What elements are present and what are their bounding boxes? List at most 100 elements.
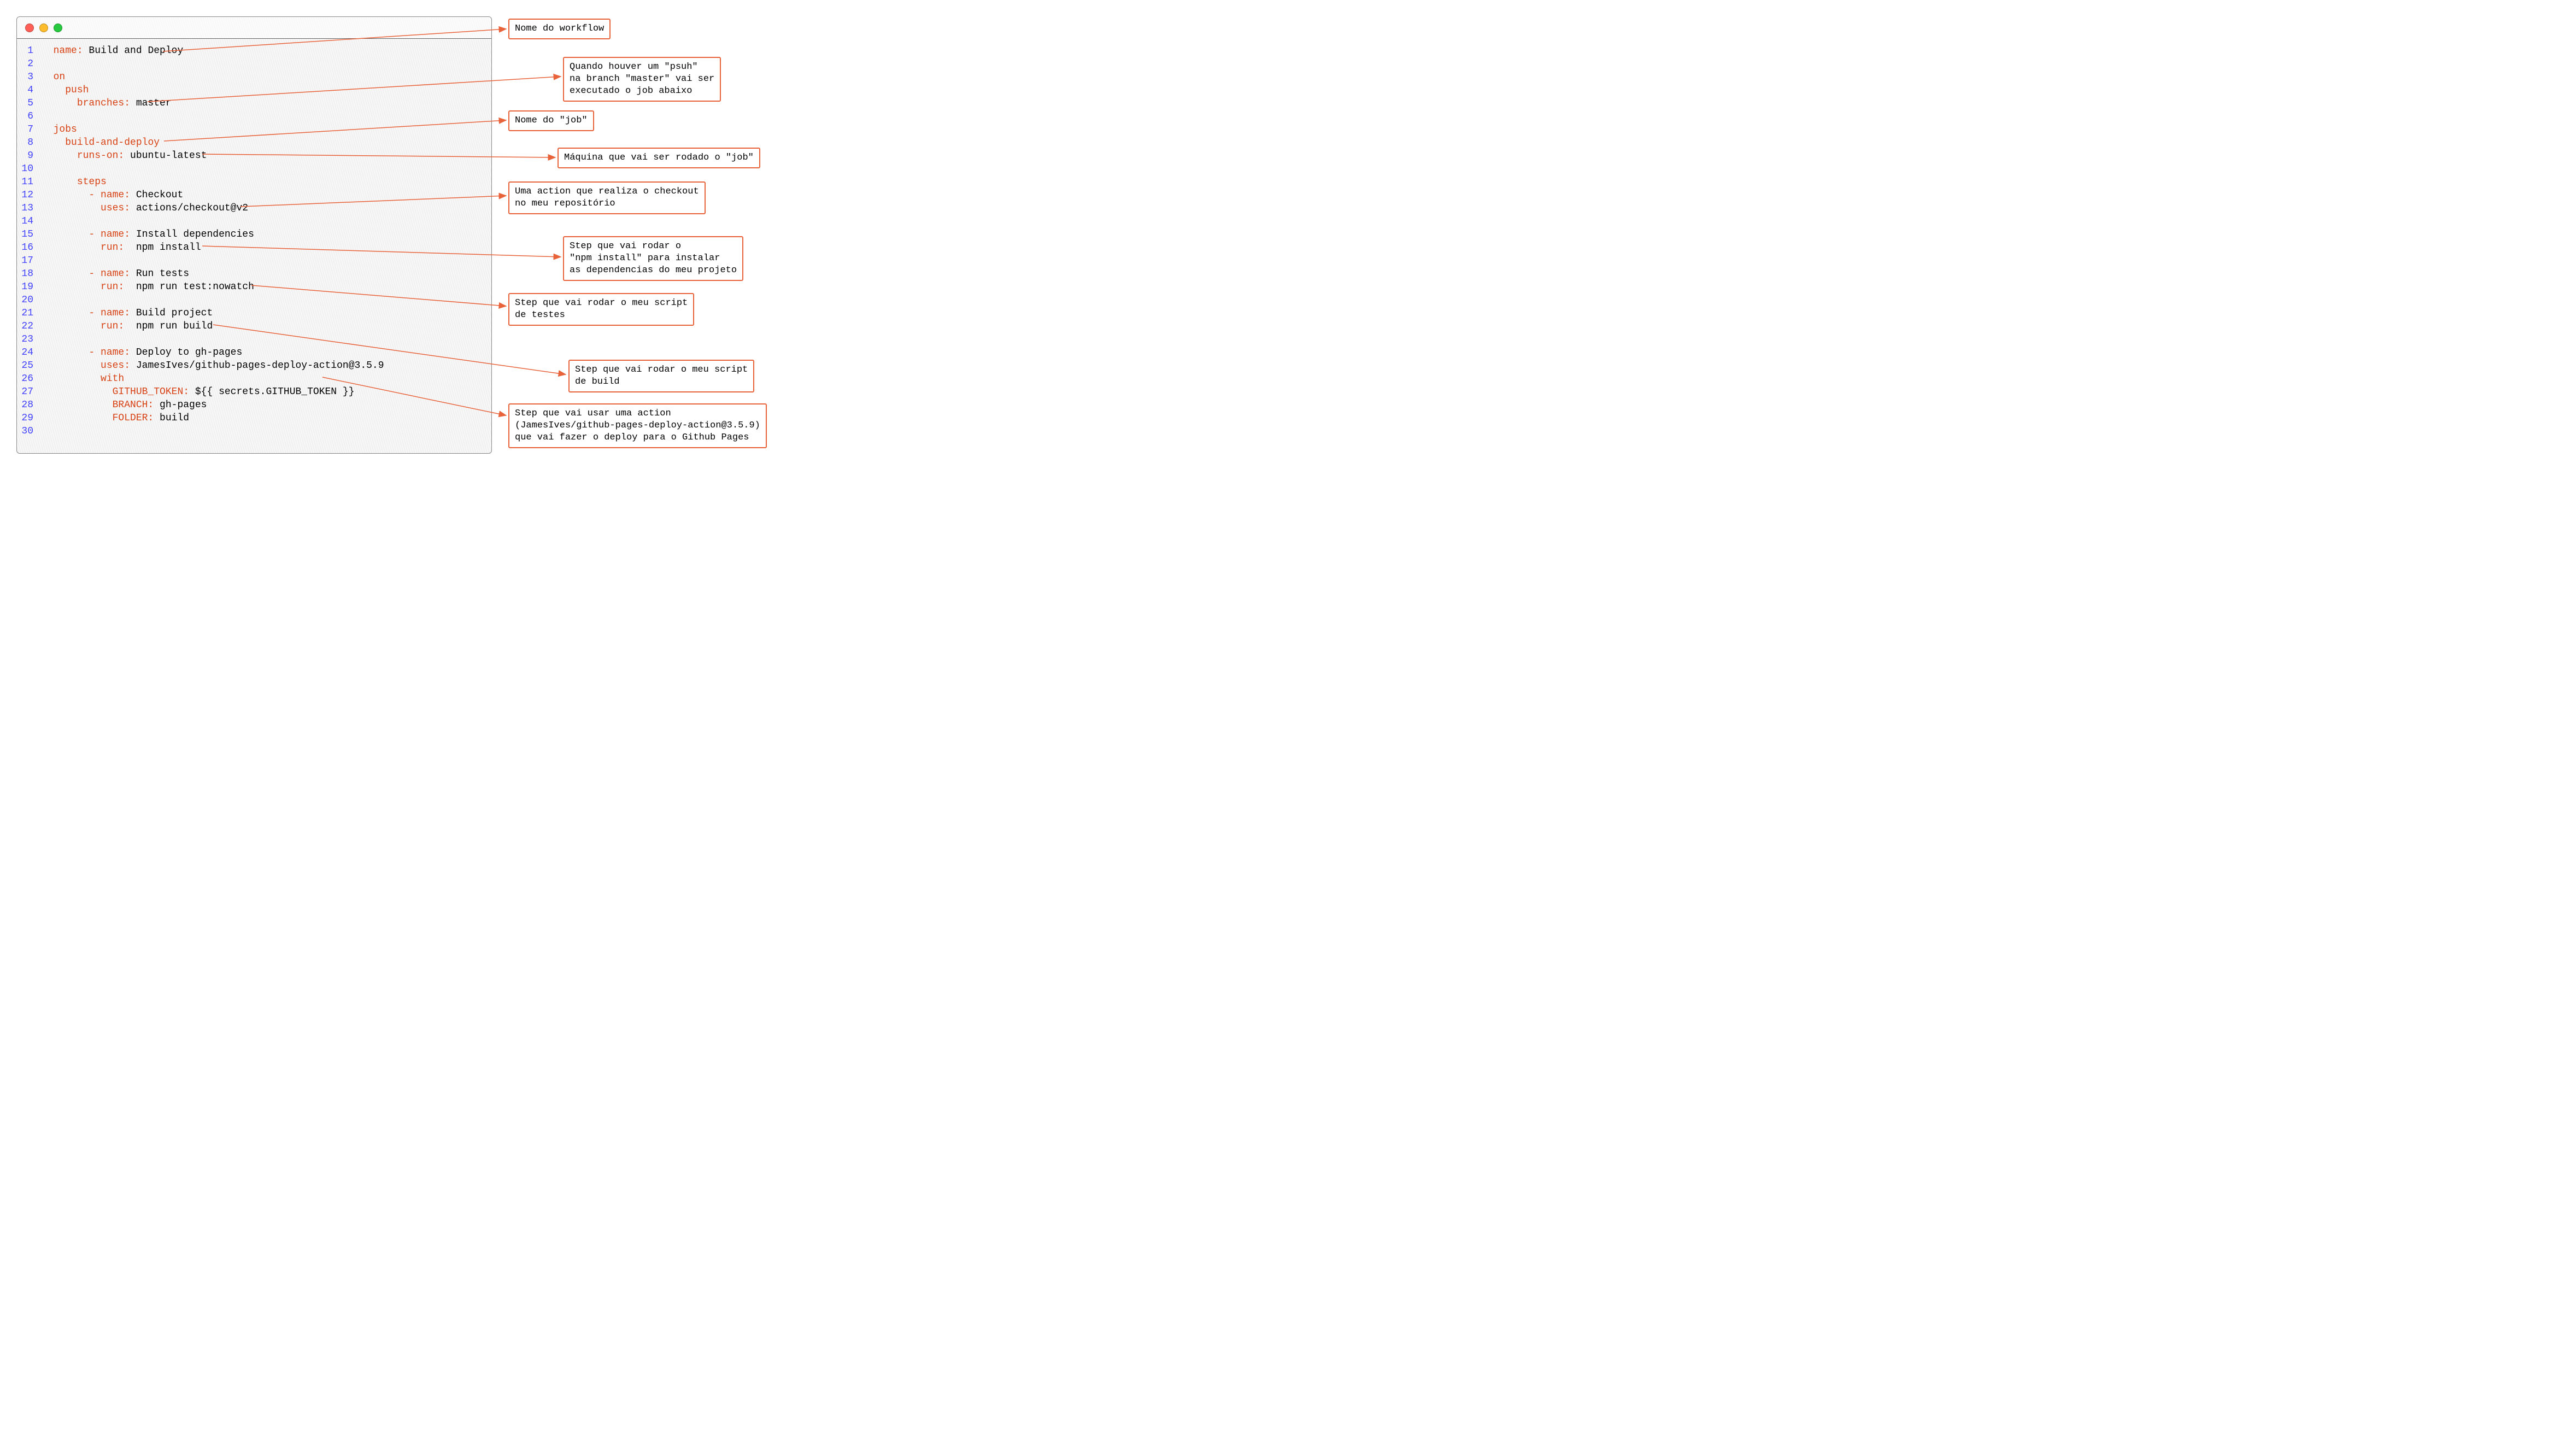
line-number: 18 [17, 267, 42, 280]
code-line: 9 runs-on: ubuntu-latest [17, 149, 491, 162]
yaml-key: FOLDER: [113, 412, 154, 425]
yaml-key: jobs [54, 123, 77, 136]
line-number: 24 [17, 346, 42, 359]
yaml-key: runs-on: [77, 149, 124, 162]
line-number: 20 [17, 294, 42, 307]
yaml-value: JamesIves/github-pages-deploy-action@3.5… [130, 359, 384, 372]
yaml-value: npm run test:nowatch [124, 280, 254, 294]
indent [42, 175, 77, 189]
code-window: 1 name: Build and Deploy23 on4 push5 bra… [16, 16, 492, 454]
yaml-value: Run tests [130, 267, 189, 280]
line-number: 1 [17, 44, 42, 57]
window-titlebar [17, 17, 491, 39]
line-number: 11 [17, 175, 42, 189]
indent [42, 123, 54, 136]
indent [42, 346, 89, 359]
annotation-build: Step que vai rodar o meu script de build [568, 360, 754, 392]
annotation-workflow-name: Nome do workflow [508, 19, 611, 39]
code-line: 26 with [17, 372, 491, 385]
line-number: 8 [17, 136, 42, 149]
code-line: 23 [17, 333, 491, 346]
code-line: 17 [17, 254, 491, 267]
line-number: 23 [17, 333, 42, 346]
line-number: 28 [17, 398, 42, 412]
yaml-value: npm install [124, 241, 201, 254]
indent [42, 241, 101, 254]
indent [42, 359, 101, 372]
line-number: 2 [17, 57, 42, 71]
yaml-key: uses: [101, 359, 130, 372]
diagram-container: 1 name: Build and Deploy23 on4 push5 bra… [11, 11, 814, 465]
code-line: 24 - name: Deploy to gh-pages [17, 346, 491, 359]
line-number: 10 [17, 162, 42, 175]
code-line: 7 jobs [17, 123, 491, 136]
line-number: 29 [17, 412, 42, 425]
code-line: 2 [17, 57, 491, 71]
code-line: 11 steps [17, 175, 491, 189]
yaml-key: name: [54, 44, 83, 57]
yaml-key: run: [101, 241, 124, 254]
indent [42, 189, 89, 202]
code-line: 14 [17, 215, 491, 228]
line-number: 22 [17, 320, 42, 333]
line-number: 26 [17, 372, 42, 385]
yaml-key: GITHUB_TOKEN: [113, 385, 189, 398]
code-line: 29 FOLDER: build [17, 412, 491, 425]
code-line: 8 build-and-deploy [17, 136, 491, 149]
yaml-value: Install dependencies [130, 228, 254, 241]
line-number: 7 [17, 123, 42, 136]
code-line: 3 on [17, 71, 491, 84]
line-number: 19 [17, 280, 42, 294]
indent [42, 267, 89, 280]
close-icon[interactable] [25, 24, 34, 32]
yaml-key: with [101, 372, 124, 385]
indent [42, 372, 101, 385]
line-number: 17 [17, 254, 42, 267]
line-number: 13 [17, 202, 42, 215]
yaml-key: run: [101, 320, 124, 333]
code-line: 20 [17, 294, 491, 307]
code-line: 16 run: npm install [17, 241, 491, 254]
line-number: 21 [17, 307, 42, 320]
yaml-key: steps [77, 175, 107, 189]
yaml-key: push [65, 84, 89, 97]
yaml-key: uses: [101, 202, 130, 215]
code-line: 10 [17, 162, 491, 175]
indent [42, 84, 65, 97]
yaml-value: build [154, 412, 189, 425]
annotation-checkout: Uma action que realiza o checkout no meu… [508, 181, 706, 214]
line-number: 12 [17, 189, 42, 202]
line-number: 27 [17, 385, 42, 398]
indent [42, 202, 101, 215]
indent [42, 280, 101, 294]
line-number: 6 [17, 110, 42, 123]
code-line: 30 [17, 425, 491, 438]
line-number: 9 [17, 149, 42, 162]
code-line: 13 uses: actions/checkout@v2 [17, 202, 491, 215]
indent [42, 136, 65, 149]
yaml-value: ${{ secrets.GITHUB_TOKEN }} [189, 385, 354, 398]
indent [42, 320, 101, 333]
yaml-key: branches: [77, 97, 130, 110]
yaml-value: npm run build [124, 320, 213, 333]
yaml-value: Build project [130, 307, 213, 320]
code-line: 15 - name: Install dependencies [17, 228, 491, 241]
code-line: 28 BRANCH: gh-pages [17, 398, 491, 412]
yaml-value: Deploy to gh-pages [130, 346, 242, 359]
indent [42, 149, 77, 162]
code-line: 19 run: npm run test:nowatch [17, 280, 491, 294]
line-number: 25 [17, 359, 42, 372]
minimize-icon[interactable] [39, 24, 48, 32]
annotation-runs-on: Máquina que vai ser rodado o "job" [558, 148, 760, 168]
yaml-key: BRANCH: [113, 398, 154, 412]
indent [42, 44, 54, 57]
code-line: 1 name: Build and Deploy [17, 44, 491, 57]
line-number: 14 [17, 215, 42, 228]
indent [42, 228, 89, 241]
code-line: 18 - name: Run tests [17, 267, 491, 280]
line-number: 15 [17, 228, 42, 241]
yaml-value: actions/checkout@v2 [130, 202, 248, 215]
yaml-key: - name: [89, 228, 130, 241]
annotation-npm-install: Step que vai rodar o "npm install" para … [563, 236, 743, 281]
maximize-icon[interactable] [54, 24, 62, 32]
